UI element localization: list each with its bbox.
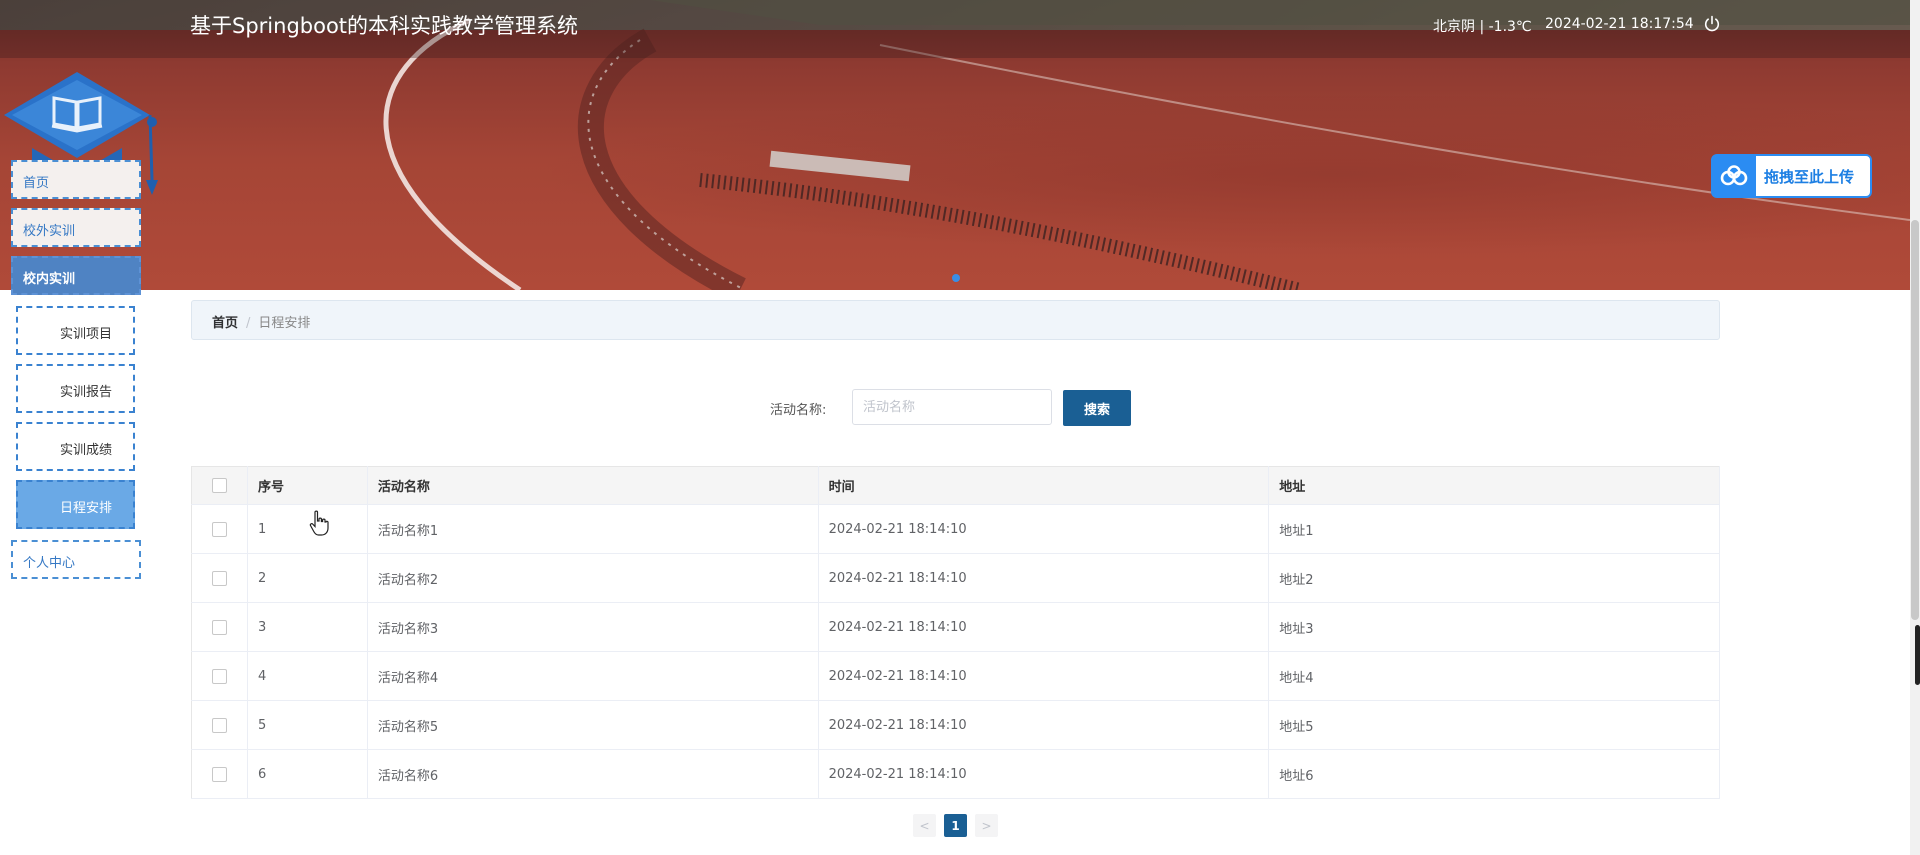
cell-time: 2024-02-21 18:14:10 <box>818 651 1270 701</box>
power-icon[interactable] <box>1703 15 1721 33</box>
cell-address: 地址4 <box>1268 651 1720 701</box>
pagination-page-button[interactable]: 1 <box>944 814 967 837</box>
cell-index: 1 <box>247 504 368 554</box>
row-checkbox[interactable] <box>211 766 227 782</box>
sidebar-item-personal-center[interactable]: 个人中心 <box>11 540 141 579</box>
sidebar-item-oncampus-training[interactable]: 校内实训 <box>11 256 141 295</box>
sidebar-subitem-training-reports[interactable]: 实训报告 <box>16 364 135 413</box>
sidebar-subitem-training-projects[interactable]: 实训项目 <box>16 306 135 355</box>
cell-time: 2024-02-21 18:14:10 <box>818 553 1270 603</box>
sidebar-item-home[interactable]: 首页 <box>11 160 141 199</box>
row-select-cell <box>191 602 248 652</box>
cell-activity-name: 活动名称5 <box>367 700 819 750</box>
current-datetime: 2024-02-21 18:17:54 <box>1545 16 1694 32</box>
scrollbar-thumb[interactable] <box>1911 220 1919 620</box>
pagination-next-button[interactable]: > <box>975 814 998 837</box>
column-header-time[interactable]: 时间 <box>818 466 1270 505</box>
carousel-indicator-dot[interactable] <box>952 274 960 282</box>
cell-activity-name: 活动名称1 <box>367 504 819 554</box>
cell-address: 地址6 <box>1268 749 1720 799</box>
search-input[interactable] <box>852 389 1052 425</box>
cell-activity-name: 活动名称4 <box>367 651 819 701</box>
sidebar-item-label: 个人中心 <box>23 556 76 571</box>
sidebar-item-label: 日程安排 <box>60 501 113 516</box>
breadcrumb-current: 日程安排 <box>258 316 311 331</box>
cell-time: 2024-02-21 18:14:10 <box>818 602 1270 652</box>
cell-index: 3 <box>247 602 368 652</box>
scroll-position-marker <box>1915 625 1920 685</box>
cell-activity-name: 活动名称6 <box>367 749 819 799</box>
cell-time: 2024-02-21 18:14:10 <box>818 504 1270 554</box>
sidebar-subitem-schedule[interactable]: 日程安排 <box>16 480 135 529</box>
upload-widget-label: 拖拽至此上传 <box>1764 167 1855 186</box>
row-checkbox[interactable] <box>211 570 227 586</box>
sidebar-subitem-training-scores[interactable]: 实训成绩 <box>16 422 135 471</box>
sidebar-item-label: 实训报告 <box>60 385 113 400</box>
breadcrumb-separator: / <box>246 316 251 331</box>
baidu-cloud-icon <box>1712 156 1756 196</box>
table-row[interactable]: 2 活动名称2 2024-02-21 18:14:10 地址2 <box>191 553 1720 603</box>
table-row[interactable]: 4 活动名称4 2024-02-21 18:14:10 地址4 <box>191 651 1720 701</box>
page-scrollbar[interactable] <box>1910 0 1920 855</box>
sidebar-item-label: 校外实训 <box>23 224 76 239</box>
column-header-activity-name[interactable]: 活动名称 <box>367 466 819 505</box>
row-checkbox[interactable] <box>211 619 227 635</box>
cell-index: 6 <box>247 749 368 799</box>
row-checkbox[interactable] <box>211 668 227 684</box>
search-button[interactable]: 搜索 <box>1063 390 1131 426</box>
table-row[interactable]: 6 活动名称6 2024-02-21 18:14:10 地址6 <box>191 749 1720 799</box>
cell-time: 2024-02-21 18:14:10 <box>818 700 1270 750</box>
sidebar-item-offcampus-training[interactable]: 校外实训 <box>11 208 141 247</box>
cell-index: 2 <box>247 553 368 603</box>
column-header-address[interactable]: 地址 <box>1268 466 1720 505</box>
cell-index: 4 <box>247 651 368 701</box>
row-select-cell <box>191 504 248 554</box>
table-row[interactable]: 3 活动名称3 2024-02-21 18:14:10 地址3 <box>191 602 1720 652</box>
row-checkbox[interactable] <box>211 521 227 537</box>
cell-activity-name: 活动名称3 <box>367 602 819 652</box>
sidebar-item-label: 首页 <box>23 176 50 191</box>
table-row[interactable]: 5 活动名称5 2024-02-21 18:14:10 地址5 <box>191 700 1720 750</box>
sidebar-item-label: 实训成绩 <box>60 443 113 458</box>
table-row[interactable]: 1 活动名称1 2024-02-21 18:14:10 地址1 <box>191 504 1720 554</box>
cell-address: 地址2 <box>1268 553 1720 603</box>
drag-upload-widget[interactable]: 拖拽至此上传 <box>1711 154 1872 198</box>
table-header-row: 序号 活动名称 时间 地址 <box>191 466 1720 505</box>
row-select-cell <box>191 553 248 603</box>
pagination: < 1 > <box>913 814 998 837</box>
cell-activity-name: 活动名称2 <box>367 553 819 603</box>
cell-address: 地址5 <box>1268 700 1720 750</box>
weather-info: 北京阴 | -1.3℃ <box>1433 19 1532 35</box>
breadcrumb: 首页 / 日程安排 <box>191 300 1720 340</box>
row-select-cell <box>191 749 248 799</box>
row-checkbox[interactable] <box>211 717 227 733</box>
hand-pointer-cursor-icon <box>309 510 329 536</box>
cell-address: 地址1 <box>1268 504 1720 554</box>
sidebar-item-label: 实训项目 <box>60 327 113 342</box>
column-header-index[interactable]: 序号 <box>247 466 368 505</box>
search-label: 活动名称: <box>770 403 827 418</box>
row-select-cell <box>191 700 248 750</box>
select-all-checkbox[interactable] <box>211 478 227 493</box>
row-select-cell <box>191 651 248 701</box>
cell-address: 地址3 <box>1268 602 1720 652</box>
app-title: 基于Springboot的本科实践教学管理系统 <box>190 14 579 38</box>
pagination-prev-button[interactable]: < <box>913 814 936 837</box>
cell-index: 5 <box>247 700 368 750</box>
sidebar-item-label: 校内实训 <box>23 272 76 287</box>
top-header: 基于Springboot的本科实践教学管理系统 北京阴 | -1.3℃ 2024… <box>0 0 1910 58</box>
select-all-cell <box>191 466 248 505</box>
breadcrumb-home-link[interactable]: 首页 <box>212 316 238 331</box>
cell-time: 2024-02-21 18:14:10 <box>818 749 1270 799</box>
schedule-table: 序号 活动名称 时间 地址 1 活动名称1 2024-02-21 18:14:1… <box>191 466 1720 799</box>
